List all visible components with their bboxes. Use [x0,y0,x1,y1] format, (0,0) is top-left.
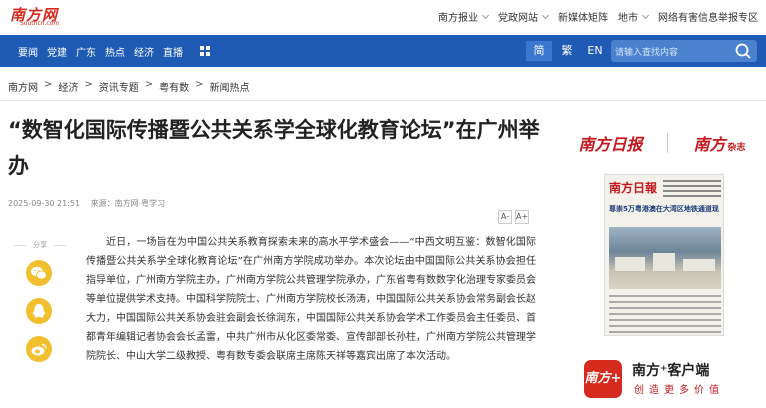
sidebar: 南方日报 南方 杂志 南方日報 尊崇5万粤港澳在大湾区地铁通道现 南方+ 南方⁺客… [566,126,758,398]
breadcrumb-item[interactable]: 南方网 [8,79,38,94]
divider [667,133,669,153]
nav-item-zhibo[interactable]: 直播 [163,44,183,59]
nav-item-redian[interactable]: 热点 [105,44,125,59]
paper-masthead: 南方日報 [609,181,658,195]
breadcrumb-item[interactable]: 新闻热点 [210,79,250,94]
breadcrumb-item[interactable]: 粤有数 [159,79,189,94]
share-panel: 分享 [14,240,66,374]
paper-headline: 尊崇5万粤港澳在大湾区地铁通道现 [609,205,719,213]
newspaper-thumbnail[interactable]: 南方日報 尊崇5万粤港澳在大湾区地铁通道现 [604,174,724,336]
nav-item-guangdong[interactable]: 广东 [76,44,96,59]
breadcrumb-item[interactable]: 资讯专题 [99,79,139,94]
font-decrease-button[interactable]: A- [498,210,512,224]
article-body: 近日，一场旨在为中国公共关系教育探索未来的高水平学术盛会——“中西文明互鉴：数智… [86,237,536,362]
nav-item-jingji[interactable]: 经济 [134,44,154,59]
top-link-cities[interactable]: 地市 [618,9,650,24]
article-source: 来源：南方网·粤学习 [90,199,166,208]
nanfang-daily-link[interactable]: 南方日报 [578,131,642,155]
search-box[interactable]: 请输入查找内容 [611,40,757,62]
weibo-share-button[interactable] [26,336,52,362]
lang-traditional[interactable]: 繁 [554,41,580,61]
nav-item-dangjian[interactable]: 党建 [47,44,67,59]
logo-subtext: Southcn.com [20,20,60,27]
app-tagline: 创造更多价值 [634,385,724,396]
font-size-controls: A- A+ [498,210,532,224]
breadcrumb: 南方网 > 经济 > 资讯专题 > 粤有数 > 新闻热点 [8,79,250,94]
paper-photo [609,227,721,289]
site-logo[interactable]: 南方网 Southcn.com [8,4,72,28]
top-links: 南方报业 党政网站 新媒体矩阵 地市 网络有害信息举报专区 [428,9,758,24]
search-icon[interactable] [734,42,752,60]
language-switcher: 简 繁 EN [526,41,610,61]
top-link-nfbaoye[interactable]: 南方报业 [438,9,490,24]
article-title: “数智化国际传播暨公共关系学全球化教育论坛”在广州举办 [8,118,540,178]
chevron-right-icon: > [44,79,53,90]
top-link-matrix[interactable]: 新媒体矩阵 [558,9,608,24]
wechat-icon [31,266,47,280]
chevron-down-icon [641,11,650,19]
qq-icon [32,304,46,318]
divider [0,100,766,101]
search-input[interactable]: 请输入查找内容 [615,45,678,58]
font-increase-button[interactable]: A+ [515,210,529,224]
main-nav: 要闻 党建 广东 热点 经济 直播 简 繁 EN 请输入查找内容 [0,35,766,67]
nav-items: 要闻 党建 广东 热点 经济 直播 [18,44,192,59]
publication-links: 南方日报 南方 杂志 [566,126,758,160]
chevron-right-icon: > [144,79,154,90]
lang-simplified[interactable]: 简 [526,41,552,61]
chevron-right-icon: > [84,79,93,90]
top-bar: 南方网 Southcn.com 南方报业 党政网站 新媒体矩阵 地市 网络有害信… [0,0,766,32]
share-label: 分享 [14,240,66,250]
nanfang-magazine-link[interactable]: 南方 杂志 [693,131,745,155]
top-link-dangzheng[interactable]: 党政网站 [498,9,550,24]
article-meta: 2025-09-30 21:51 来源：南方网·粤学习 [8,198,173,209]
weibo-icon [31,343,47,356]
wechat-share-button[interactable] [26,260,52,286]
app-promo[interactable]: 南方+ 南方⁺客户端 创造更多价值 [584,358,754,404]
article-datetime: 2025-09-30 21:51 [8,199,81,208]
grid-menu-icon[interactable] [200,46,210,56]
qq-share-button[interactable] [26,298,52,324]
top-link-report[interactable]: 网络有害信息举报专区 [658,9,758,24]
app-logo-icon: 南方+ [584,360,622,398]
app-name: 南方⁺客户端 [632,363,710,379]
chevron-down-icon [481,11,490,19]
nav-item-yaowen[interactable]: 要闻 [18,44,38,59]
lang-english[interactable]: EN [582,41,608,61]
chevron-right-icon: > [195,79,204,90]
chevron-down-icon [541,11,550,19]
breadcrumb-item[interactable]: 经济 [58,79,78,94]
